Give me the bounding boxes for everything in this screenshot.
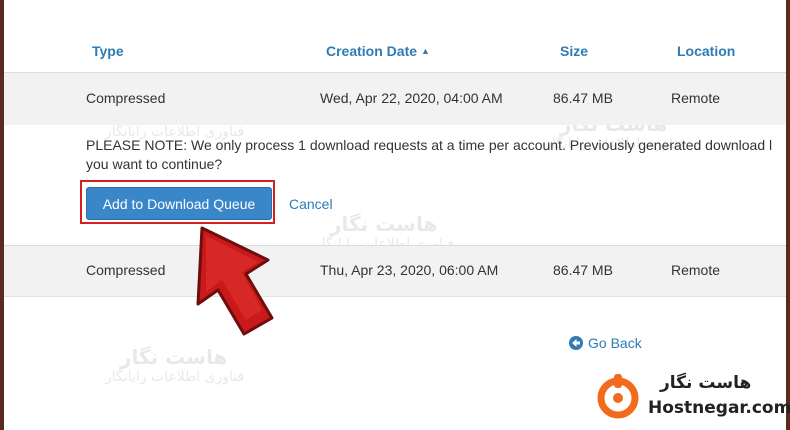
- cell-size: 86.47 MB: [553, 90, 613, 106]
- go-back-label: Go Back: [588, 335, 642, 351]
- add-to-download-queue-button[interactable]: Add to Download Queue: [86, 187, 272, 220]
- download-notice: PLEASE NOTE: We only process 1 download …: [86, 136, 786, 174]
- go-back-link[interactable]: Go Back: [569, 335, 642, 351]
- column-header-type[interactable]: Type: [92, 43, 124, 59]
- sort-ascending-icon: ▲: [421, 46, 430, 56]
- notice-line-1: PLEASE NOTE: We only process 1 download …: [86, 137, 773, 153]
- notice-line-2: you want to continue?: [86, 156, 223, 172]
- cell-creation-date: Wed, Apr 22, 2020, 04:00 AM: [320, 90, 503, 106]
- column-header-size[interactable]: Size: [560, 43, 588, 59]
- table-row: Compressed Wed, Apr 22, 2020, 04:00 AM 8…: [4, 72, 786, 125]
- hostnegar-logo-icon: [597, 374, 639, 419]
- window-frame-right: [786, 0, 790, 430]
- cell-location: Remote: [671, 90, 721, 106]
- cancel-link[interactable]: Cancel: [289, 196, 333, 212]
- cell-type: Compressed: [86, 262, 166, 278]
- cell-size: 86.47 MB: [553, 262, 613, 278]
- window-frame-left: [0, 0, 4, 430]
- column-header-creation-date-label: Creation Date: [326, 43, 418, 59]
- brand-name-en: Hostnegar.com: [648, 398, 790, 418]
- column-header-location[interactable]: Location: [677, 43, 735, 59]
- cell-creation-date: Thu, Apr 23, 2020, 06:00 AM: [320, 262, 499, 278]
- cell-location: Remote: [671, 262, 721, 278]
- pointer-arrow-icon: [196, 226, 274, 336]
- table-row: Compressed Thu, Apr 23, 2020, 06:00 AM 8…: [4, 245, 786, 297]
- watermark-4: هاست نگار فناوری اطلاعات رایانگار: [105, 345, 245, 385]
- arrow-left-circle-icon: [569, 336, 583, 350]
- column-header-creation-date[interactable]: Creation Date ▲: [326, 43, 430, 59]
- brand-logo: [596, 372, 640, 420]
- brand-name-fa: هاست نگار: [660, 373, 752, 393]
- cell-type: Compressed: [86, 90, 166, 106]
